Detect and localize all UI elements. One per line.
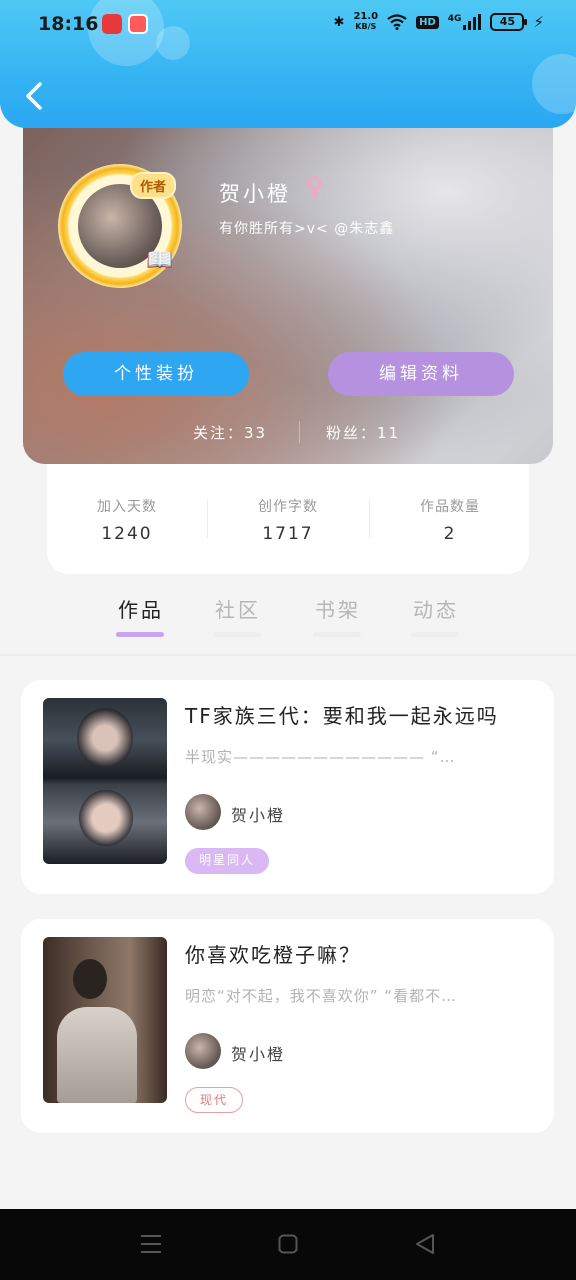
work-title[interactable]: 你喜欢吃橙子嘛？ — [185, 939, 361, 968]
work-author: 贺小橙 — [231, 1045, 286, 1064]
battery-icon: 45 — [490, 13, 528, 31]
work-author: 贺小橙 — [231, 806, 286, 825]
back-triangle-icon[interactable] — [414, 1233, 436, 1255]
work-cover-image — [43, 937, 167, 1103]
wifi-icon — [387, 14, 407, 30]
bluetooth-icon: ✱ — [333, 14, 345, 30]
author-badge: 作者 — [130, 172, 177, 199]
home-icon[interactable] — [278, 1234, 298, 1254]
female-icon: ♀ — [305, 172, 324, 201]
author-avatar — [185, 794, 221, 830]
signal-icon: 4G — [448, 14, 482, 30]
author-avatar — [185, 1033, 221, 1069]
following-count[interactable]: 关注：33 — [193, 422, 267, 443]
divider — [299, 421, 300, 443]
stat-join-days: 加入天数 1240 — [97, 499, 157, 544]
network-speed: 21.0 KB/S — [353, 11, 379, 32]
back-arrow-icon[interactable] — [22, 80, 50, 112]
work-card[interactable]: 你喜欢吃橙子嘛？ 明恋“对不起，我不喜欢你” “看都不… 贺小橙 现代 — [21, 919, 554, 1133]
avatar-frame[interactable]: 作者 📖 — [58, 164, 182, 288]
edit-profile-button[interactable]: 编辑资料 — [328, 352, 514, 396]
user-bio: 有你胜所有>v< @朱志鑫 — [219, 221, 395, 237]
stat-works-count: 作品数量 2 — [420, 499, 480, 544]
stat-word-count: 创作字数 1717 — [258, 499, 318, 544]
profile-card: 作者 📖 贺小橙 ♀ 有你胜所有>v< @朱志鑫 个性装扮 编辑资料 关注：33… — [23, 100, 553, 464]
tab-community[interactable]: 社区 — [198, 594, 278, 637]
video-app-notification-icon — [128, 14, 148, 34]
stats-card: 加入天数 1240 创作字数 1717 作品数量 2 — [47, 448, 529, 574]
app-notification-icon — [102, 14, 122, 34]
hd-badge: HD — [416, 15, 439, 29]
work-tag: 现代 — [185, 1087, 244, 1113]
work-tag: 明星同人 — [185, 848, 270, 874]
user-name: 贺小橙 — [219, 182, 291, 206]
book-icon: 📖 — [146, 248, 174, 273]
work-description: 半现实———————————— “… — [185, 748, 456, 766]
divider — [0, 654, 576, 656]
header-bar: 18:16 ✱ 21.0 KB/S HD 4G 45 ⚡ — [0, 0, 576, 128]
system-nav-bar — [0, 1209, 576, 1280]
tab-bookshelf[interactable]: 书架 — [298, 594, 378, 637]
status-bar: 18:16 ✱ 21.0 KB/S HD 4G 45 ⚡ — [0, 0, 576, 52]
work-card[interactable]: TF家族三代：要和我一起永远吗 半现实———————————— “… 贺小橙 明… — [21, 680, 554, 894]
work-description: 明恋“对不起，我不喜欢你” “看都不… — [185, 987, 458, 1005]
work-cover-image — [43, 698, 167, 864]
status-time: 18:16 — [38, 13, 99, 35]
menu-icon[interactable] — [140, 1234, 162, 1254]
charging-icon: ⚡ — [533, 13, 544, 31]
tab-works[interactable]: 作品 — [101, 594, 181, 637]
tab-activity[interactable]: 动态 — [396, 594, 476, 637]
followers-count[interactable]: 粉丝：11 — [326, 422, 400, 443]
personalize-button[interactable]: 个性装扮 — [63, 352, 249, 396]
work-title[interactable]: TF家族三代：要和我一起永远吗 — [185, 700, 499, 729]
